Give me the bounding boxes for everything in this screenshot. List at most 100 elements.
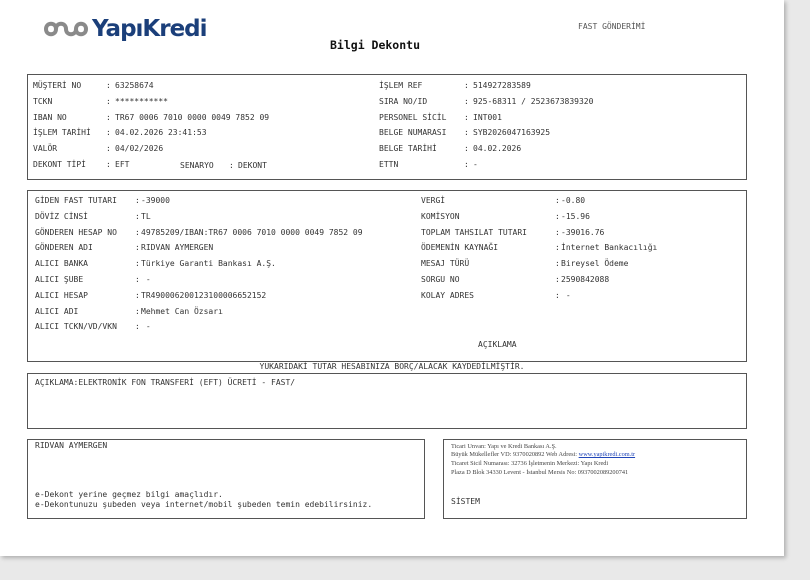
company-line-2-text: Büyük Mükellefler VD: 9370020892 Web Adr…	[451, 451, 579, 458]
field-label: DÖVİZ CİNSİ	[35, 211, 88, 221]
field-value: İnternet Bankacılığı	[561, 243, 658, 253]
field-value: RIDVAN AYMERGEN	[141, 243, 214, 253]
field-separator: :	[464, 96, 469, 106]
scenario-value: DEKONT	[238, 161, 267, 170]
field-label: İŞLEM REF	[379, 81, 423, 90]
field-separator: :	[135, 306, 140, 316]
field-label: DEKONT TİPİ	[33, 160, 86, 169]
field-label: ÖDEMENİN KAYNAĞI	[421, 243, 499, 253]
field-separator: :	[135, 290, 140, 300]
field-label: VALÖR	[33, 144, 58, 154]
field-label: SORGU NO	[421, 275, 460, 284]
field-value: INT001	[473, 112, 502, 122]
field-value: Türkiye Garanti Bankası A.Ş.	[141, 259, 276, 269]
field-label: BELGE NUMARASI	[379, 128, 447, 138]
page-title: Bilgi Dekontu	[330, 38, 421, 52]
transfer-type: FAST GÖNDERİMİ	[578, 22, 646, 31]
field-separator: :	[135, 227, 140, 237]
bank-info-box: Ticari Unvan: Yapı ve Kredi Bankası A.Ş.…	[443, 439, 747, 519]
field-label: ALICI BANKA	[35, 259, 88, 269]
field-label: GÖNDEREN HESAP NO	[35, 227, 117, 237]
company-line-2: Büyük Mükellefler VD: 9370020892 Web Adr…	[451, 451, 635, 459]
scenario-label: SENARYO	[180, 161, 214, 170]
company-line-1: Ticari Unvan: Yapı ve Kredi Bankası A.Ş.	[451, 443, 557, 450]
field-value: 49785209/IBAN:TR67 0006 7010 0000 0049 7…	[141, 227, 363, 237]
field-label: MÜŞTERİ NO	[33, 81, 82, 90]
field-separator: :	[555, 211, 560, 221]
system-label: SİSTEM	[451, 497, 480, 506]
description-heading: AÇIKLAMA	[478, 340, 517, 349]
field-separator: :	[464, 112, 469, 122]
field-value: 63258674	[115, 81, 154, 90]
field-value: -	[473, 160, 478, 169]
field-value: -	[141, 275, 151, 284]
description-box: AÇIKLAMA:ELEKTRONİK FON TRANSFERİ (EFT) …	[27, 373, 747, 429]
field-value: -0.80	[561, 196, 586, 205]
field-label: ALICI TCKN/VD/VKN	[35, 322, 117, 332]
field-separator: :	[464, 144, 469, 154]
field-separator: :	[135, 259, 140, 269]
description-text: AÇIKLAMA:ELEKTRONİK FON TRANSFERİ (EFT) …	[35, 378, 296, 387]
field-label: KOLAY ADRES	[421, 290, 474, 300]
field-separator: :	[464, 160, 469, 169]
field-label: VERGİ	[421, 196, 446, 205]
field-separator: :	[464, 128, 469, 138]
receipt-page: YapıKredi FAST GÖNDERİMİ Bilgi Dekontu M…	[0, 0, 784, 556]
field-label: ALICI HESAP	[35, 290, 88, 300]
field-value: Bireysel Ödeme	[561, 259, 629, 269]
field-value: -39016.76	[561, 227, 605, 237]
field-separator: :	[135, 322, 140, 332]
field-value: SYB2026047163925	[473, 128, 551, 138]
field-label: GİDEN FAST TUTARI	[35, 196, 117, 205]
field-label: ALICI ADI	[35, 306, 79, 316]
field-separator: :	[555, 290, 560, 300]
field-label: PERSONEL SİCİL	[379, 112, 447, 122]
customer-name-box: RIDVAN AYMERGEN e-Dekont yerine geçmez b…	[27, 439, 425, 519]
field-separator: :	[555, 243, 560, 253]
field-value: EFT	[115, 160, 130, 169]
field-separator: :	[106, 96, 111, 106]
field-separator: :	[106, 144, 111, 154]
transfer-details-box: GİDEN FAST TUTARI: -39000 DÖVİZ CİNSİ: TL GÖ…	[27, 190, 747, 362]
field-separator: :	[555, 227, 560, 237]
field-label: MESAJ TÜRÜ	[421, 259, 470, 269]
field-label: TOPLAM TAHSILAT TUTARI	[421, 227, 527, 237]
yapikredi-logo: YapıKredi	[42, 14, 208, 44]
field-value: -39000	[141, 196, 170, 205]
field-label: SIRA NO/ID	[379, 96, 428, 106]
field-separator: :	[135, 196, 140, 205]
field-label: ALICI ŞUBE	[35, 275, 84, 284]
customer-info-box: MÜŞTERİ NO:63258674 TCKN: *********** IBAN …	[27, 74, 747, 180]
field-label: BELGE TARİHİ	[379, 144, 437, 154]
field-separator: :	[555, 275, 560, 284]
field-value: TR490006200123100006652152	[141, 290, 267, 300]
field-value: Mehmet Can Özsarı	[141, 306, 223, 316]
field-value: 04/02/2026	[115, 144, 164, 154]
disclaimer-line-2: e-Dekontunuzu şubeden veya internet/mobi…	[35, 500, 373, 509]
field-label: TCKN	[33, 96, 53, 106]
field-separator: :	[106, 160, 111, 169]
field-separator: :	[464, 81, 469, 90]
field-label: ETTN	[379, 160, 399, 169]
field-separator: :	[135, 211, 140, 221]
field-separator: :	[106, 81, 111, 90]
disclaimer-line-1: e-Dekont yerine geçmez bilgi amaçlıdır.	[35, 490, 223, 499]
field-separator: :	[135, 275, 140, 284]
field-separator: :	[555, 259, 560, 269]
field-value: 04.02.2026 23:41:53	[115, 128, 207, 138]
customer-name: RIDVAN AYMERGEN	[35, 441, 108, 450]
field-label: IBAN NO	[33, 112, 67, 122]
yapikredi-logo-icon	[43, 21, 89, 37]
field-label: KOMİSYON	[421, 211, 460, 221]
field-value: 514927283589	[473, 81, 531, 90]
company-line-4: Plaza D Blok 34330 Levent - İstanbul Mer…	[451, 469, 629, 476]
field-value: 2590842088	[561, 275, 610, 284]
field-value: ***********	[115, 96, 168, 106]
field-value: TR67 0006 7010 0000 0049 7852 09	[115, 112, 270, 122]
bank-website-link[interactable]: www.yapikredi.com.tr	[579, 451, 635, 458]
field-value: 04.02.2026	[473, 144, 522, 154]
field-value: -15.96	[561, 211, 590, 221]
field-value: -	[141, 322, 151, 332]
field-separator: :	[106, 128, 111, 138]
scenario-sep: :	[229, 161, 234, 170]
